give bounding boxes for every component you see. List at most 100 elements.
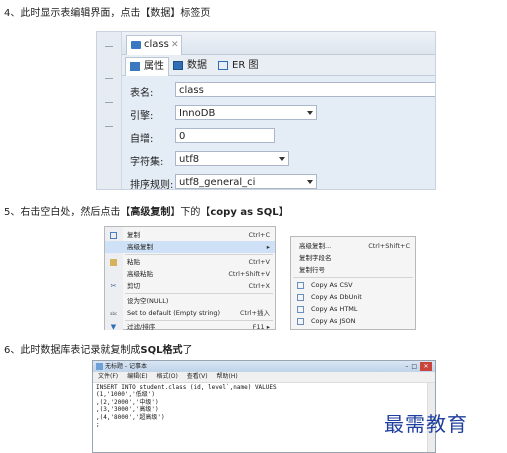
step-6-text: 6、此时数据库表记录就复制成SQL格式了	[4, 345, 193, 356]
table-name-input[interactable]: class	[175, 82, 435, 97]
tab-properties-label: 属性	[144, 61, 164, 72]
document-icon	[297, 318, 304, 325]
submenu-item-copy-as-json[interactable]: Copy As JSON	[291, 315, 415, 327]
notepad-menu-bar: 文件(F) 编辑(E) 格式(O) 查看(V) 帮助(H)	[93, 372, 435, 383]
chevron-down-icon	[307, 111, 313, 115]
menu-item-shortcut: Ctrl+C	[248, 231, 270, 239]
menu-item-advanced-paste[interactable]: 高级粘贴 Ctrl+Shift+V	[105, 268, 275, 280]
tab-er-diagram[interactable]: ER 图	[214, 57, 262, 75]
filter-icon: ▼	[110, 323, 117, 331]
table-name-label: 表名:	[130, 88, 154, 99]
engine-label: 引擎:	[130, 111, 154, 122]
file-tab-label: class	[144, 39, 169, 50]
window-controls: –□ ✕	[405, 362, 432, 371]
menu-edit[interactable]: 编辑(E)	[127, 373, 147, 380]
menu-format[interactable]: 格式(O)	[156, 373, 177, 380]
engine-select[interactable]: InnoDB	[175, 105, 317, 120]
editor-subtabs: 属性 数据 ER 图	[122, 55, 435, 76]
sql-line: ;	[96, 421, 100, 429]
menu-item-cut[interactable]: ✂ 剪切 Ctrl+X	[105, 280, 275, 292]
maximize-icon[interactable]: □	[411, 363, 420, 370]
document-icon	[297, 282, 304, 289]
menu-item-shortcut: Ctrl+Shift+C	[368, 242, 410, 250]
close-icon[interactable]: ✕	[420, 362, 432, 371]
close-icon[interactable]: ✕	[171, 36, 179, 54]
step-5-text: 5、右击空白处，然后点击【高级复制】下的【copy as SQL】	[4, 207, 289, 218]
charset-label: 字符集:	[130, 157, 164, 168]
editor-gutter	[97, 32, 122, 189]
document-icon	[297, 294, 304, 301]
submenu-item-copy-as-dbunit[interactable]: Copy As DbUnit	[291, 291, 415, 303]
field-auto-increment: 自增: 0	[122, 126, 435, 147]
submenu-arrow-icon: ▸	[266, 243, 270, 251]
menu-view[interactable]: 查看(V)	[187, 373, 208, 380]
document-icon	[297, 306, 304, 313]
submenu-item-copy-as-html[interactable]: Copy As HTML	[291, 303, 415, 315]
sql-line: ,(3,'3000','高级')	[96, 406, 159, 414]
menu-item-shortcut: Ctrl+X	[248, 282, 270, 290]
menu-item-label: 复制	[127, 231, 140, 239]
sql-line: ,(4,'8000','超高级')	[96, 413, 165, 421]
menu-item-set-default[interactable]: abc Set to default (Empty string) Ctrl+插…	[105, 307, 275, 319]
charset-select[interactable]: utf8	[175, 151, 289, 166]
field-engine: 引擎: InnoDB	[122, 103, 435, 124]
submenu-item-copy-as-csv[interactable]: Copy As CSV	[291, 279, 415, 291]
file-tab-class[interactable]: class ✕	[126, 35, 182, 55]
table-properties-form: 表名: class 引擎: InnoDB 自增: 0 字符集: utf8 排序规…	[122, 76, 435, 189]
auto-increment-label: 自增:	[130, 134, 154, 145]
menu-item-copy[interactable]: 复制 Ctrl+C	[105, 229, 275, 241]
menu-item-shortcut: F11 ▸	[252, 323, 270, 330]
menu-item-label: Copy As DbUnit	[311, 293, 362, 301]
notepad-icon	[96, 363, 103, 370]
table-icon	[131, 41, 141, 49]
menu-help[interactable]: 帮助(H)	[217, 373, 238, 380]
menu-item-label: 高级复制	[127, 243, 153, 251]
abc-icon: abc	[110, 311, 118, 316]
tab-data-label: 数据	[187, 60, 207, 71]
menu-item-label: 过滤/排序	[127, 323, 156, 330]
charset-value: utf8	[179, 154, 200, 165]
chevron-down-icon	[307, 180, 313, 184]
collation-select[interactable]: utf8_general_ci	[175, 174, 317, 189]
menu-item-shortcut: Ctrl+插入	[239, 309, 270, 317]
file-tab-bar: class ✕	[122, 32, 435, 55]
field-table-name: 表名: class	[122, 80, 435, 101]
field-collation: 排序规则: utf8_general_ci	[122, 172, 435, 190]
collation-label: 排序规则:	[130, 180, 174, 190]
menu-file[interactable]: 文件(F)	[98, 373, 118, 380]
menu-item-label: 粘贴	[127, 258, 140, 266]
paste-icon	[110, 259, 117, 266]
er-diagram-icon	[218, 61, 228, 70]
auto-increment-input[interactable]: 0	[175, 128, 275, 143]
menu-item-label: 剪切	[127, 282, 140, 290]
field-charset: 字符集: utf8	[122, 149, 435, 170]
menu-item-advanced-copy[interactable]: 高级复制 ▸	[105, 241, 275, 253]
tab-properties[interactable]: 属性	[125, 57, 169, 76]
copy-icon	[110, 232, 117, 239]
menu-item-label: Set to default (Empty string)	[127, 309, 221, 317]
data-grid-icon	[173, 61, 183, 70]
cut-icon: ✂	[110, 282, 117, 290]
menu-item-shortcut: Ctrl+Shift+V	[228, 270, 270, 278]
notepad-title: 无标题 - 记事本	[105, 363, 147, 370]
sql-line: (1,'1000','低级')	[96, 391, 155, 399]
watermark: 最需教育	[384, 412, 468, 436]
menu-item-label: Copy As HTML	[311, 305, 358, 313]
collation-value: utf8_general_ci	[179, 177, 256, 188]
submenu-item-copy-field-names[interactable]: 复制字段名	[291, 252, 415, 264]
tab-data[interactable]: 数据	[169, 57, 211, 75]
chevron-down-icon	[279, 157, 285, 161]
notepad-screenshot: 无标题 - 记事本 –□ ✕ 文件(F) 编辑(E) 格式(O) 查看(V) 帮助…	[92, 360, 436, 453]
context-menu-screenshot: 复制 Ctrl+C 高级复制 ▸ 粘贴 Ctrl+V 高级粘贴 Ctrl+Shi…	[104, 226, 416, 330]
submenu-item-advanced-copy[interactable]: 高级复制... Ctrl+Shift+C	[291, 240, 415, 252]
submenu-item-copy-row-number[interactable]: 复制行号	[291, 264, 415, 276]
menu-item-filter-sort[interactable]: ▼ 过滤/排序 F11 ▸	[105, 321, 275, 330]
engine-value: InnoDB	[179, 108, 216, 119]
menu-item-label: Copy As JSON	[311, 317, 356, 325]
step-4-text: 4、此时显示表编辑界面，点击【数据】标签页	[4, 8, 211, 19]
menu-item-shortcut: Ctrl+V	[248, 258, 270, 266]
menu-item-set-null[interactable]: 设为空(NULL)	[105, 295, 275, 307]
menu-item-label: 复制行号	[299, 266, 325, 274]
notepad-text-area[interactable]: INSERT INTO student.class (id, level`,na…	[96, 384, 277, 428]
menu-item-paste[interactable]: 粘贴 Ctrl+V	[105, 256, 275, 268]
